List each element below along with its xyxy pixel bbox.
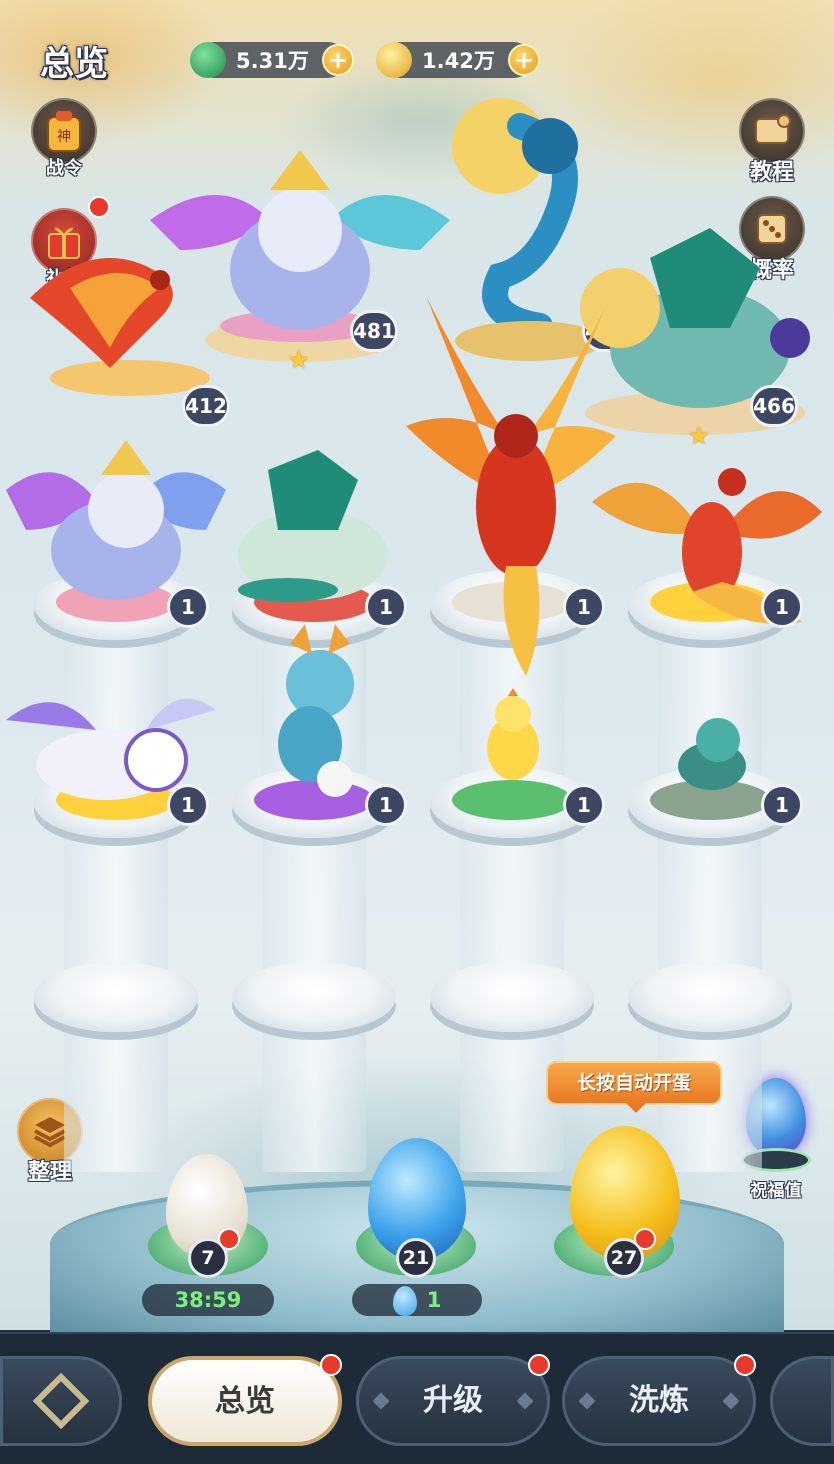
tab-refine[interactable]: 洗炼 xyxy=(562,1356,756,1446)
beast-level-badge: 481 xyxy=(350,310,398,352)
diamond-logo-icon xyxy=(32,1372,90,1430)
gold-currency: 1.42万 + xyxy=(376,42,540,78)
tutorial-button[interactable]: 教程 xyxy=(730,98,814,186)
blessing-label: 祝福值 xyxy=(750,1181,802,1201)
level-badge: 1 xyxy=(761,586,803,628)
auto-open-tooltip: 长按自动开蛋 xyxy=(546,1061,722,1113)
empty-pedestal-slot[interactable] xyxy=(232,962,396,1172)
tab-overview-notification-dot xyxy=(320,1354,342,1376)
add-jade-button[interactable]: + xyxy=(322,44,354,76)
battle-pass-button[interactable]: 神 战令 xyxy=(22,98,106,180)
tab-upgrade[interactable]: 升级 xyxy=(356,1356,550,1446)
star-icon: ★ xyxy=(288,346,310,374)
empty-pedestal-slot[interactable] xyxy=(34,962,198,1172)
blue-egg-count: 21 xyxy=(396,1238,436,1278)
tab-overview-label: 总览 xyxy=(215,1384,275,1419)
level-badge: 1 xyxy=(761,784,803,826)
beast-level-badge: 466 xyxy=(750,385,798,427)
tab-refine-notification-dot xyxy=(734,1354,756,1376)
level-badge: 1 xyxy=(167,784,209,826)
beast-jade-turtle[interactable] xyxy=(218,440,398,610)
menu-button[interactable] xyxy=(0,1356,122,1446)
add-gold-button[interactable]: + xyxy=(508,44,540,76)
tab-refine-label: 洗炼 xyxy=(629,1383,689,1418)
jade-dragon-icon xyxy=(190,42,226,78)
white-egg-timer: 38:59 xyxy=(142,1284,274,1316)
battle-pass-label: 战令 xyxy=(46,158,82,179)
white-egg-notification-dot xyxy=(218,1228,240,1250)
level-badge: 1 xyxy=(563,784,605,826)
jade-currency: 5.31万 + xyxy=(190,42,354,78)
beast-yellow-chick[interactable] xyxy=(478,688,548,788)
blue-egg-extra: 1 xyxy=(352,1284,482,1316)
gift-notification-dot xyxy=(88,196,110,218)
gold-coin-icon xyxy=(376,42,412,78)
tab-upgrade-notification-dot xyxy=(528,1354,550,1376)
gold-currency-value: 1.42万 xyxy=(422,49,495,73)
tab-more[interactable] xyxy=(770,1356,834,1446)
level-badge: 1 xyxy=(365,784,407,826)
tab-upgrade-label: 升级 xyxy=(423,1383,483,1418)
page-title: 总览 xyxy=(40,44,108,84)
beast-baby-dragon[interactable] xyxy=(250,624,390,804)
level-badge: 1 xyxy=(167,586,209,628)
top-bar: 总览 5.31万 + 1.42万 + xyxy=(0,0,834,100)
blue-egg-extra-value: 1 xyxy=(426,1288,442,1312)
tab-overview[interactable]: 总览 xyxy=(148,1356,342,1446)
gold-egg-notification-dot xyxy=(634,1228,656,1250)
bottom-nav: 总览 升级 洗炼 xyxy=(0,1332,834,1464)
beast-winged-qilin[interactable] xyxy=(6,420,226,610)
svg-text:神: 神 xyxy=(57,129,71,145)
beast-baby-turtle[interactable] xyxy=(672,712,752,794)
jade-currency-value: 5.31万 xyxy=(236,49,309,73)
tutorial-label: 教程 xyxy=(749,160,794,185)
level-badge: 1 xyxy=(563,586,605,628)
blue-egg-mini-icon xyxy=(392,1286,417,1316)
level-badge: 1 xyxy=(365,586,407,628)
